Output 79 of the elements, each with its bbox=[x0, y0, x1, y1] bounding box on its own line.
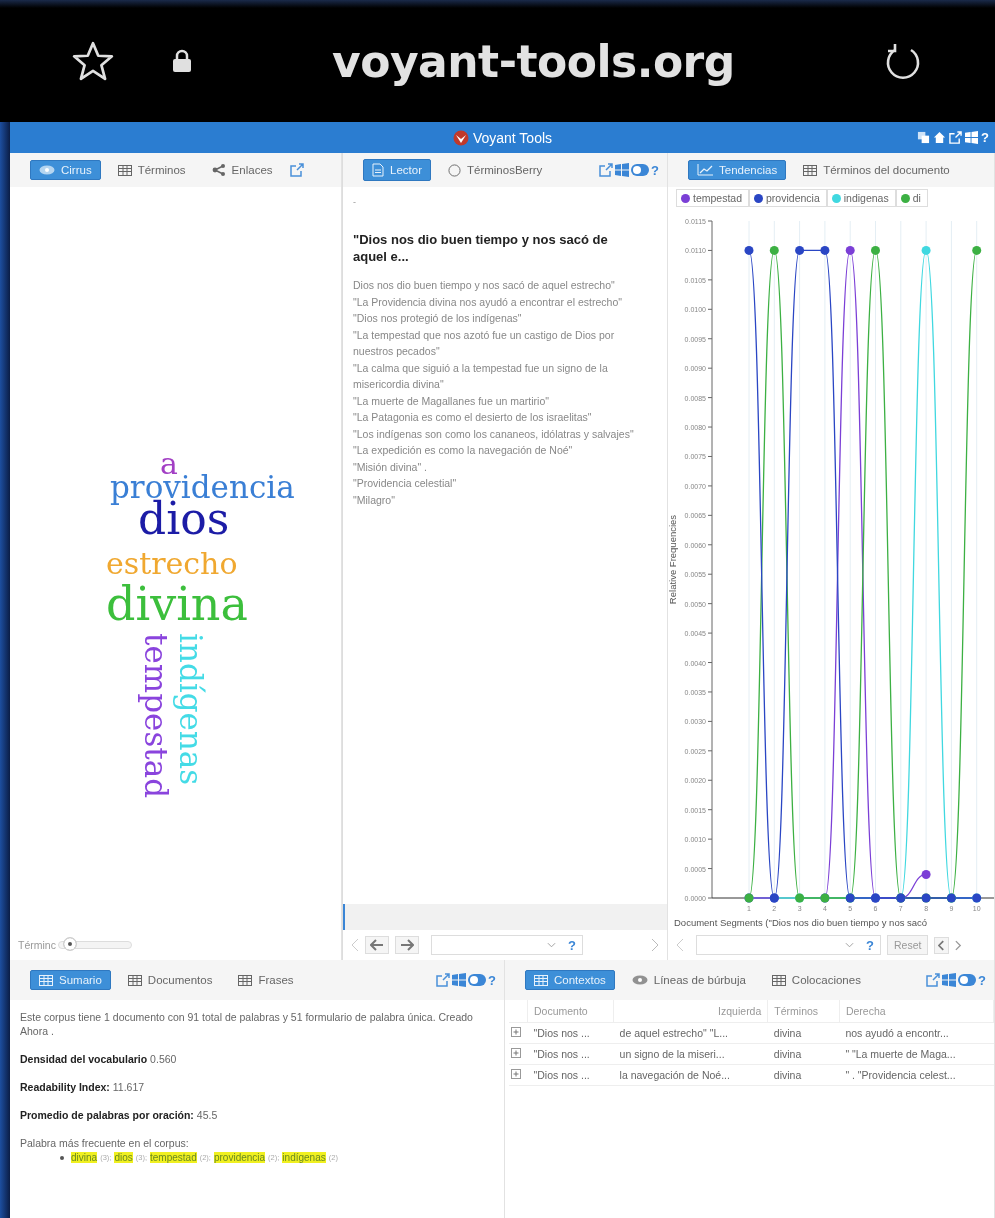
app-title: Voyant Tools bbox=[472, 129, 553, 146]
table-cell: "Dios nos ... bbox=[527, 1022, 614, 1044]
text-line: "La Patagonia es como el desierto de los israelitas" bbox=[353, 410, 593, 425]
help-icon[interactable]: ? bbox=[978, 972, 986, 988]
legend-item[interactable]: indigenas bbox=[826, 189, 896, 207]
legend-item[interactable]: tempestad bbox=[676, 189, 750, 207]
tab[interactable]: Enlaces bbox=[202, 160, 282, 180]
tab[interactable]: Líneas de búrbuja bbox=[622, 970, 755, 990]
text-line: "La calma que siguió a la tempestad fue un signo de la misericordia divina" bbox=[353, 360, 609, 392]
address-bar[interactable]: voyant-tools.org bbox=[332, 35, 735, 87]
term-link[interactable]: indígenas bbox=[282, 1152, 326, 1163]
statistic: Promedio de palabras por oración: 45.5 bbox=[20, 1108, 219, 1122]
tab[interactable]: Contextos bbox=[525, 970, 615, 990]
column-header[interactable]: Documento bbox=[527, 1000, 614, 1023]
frequent-words-label: Palabra más frecuente en el corpus: bbox=[20, 1136, 190, 1150]
table-cell: la navegación de Noé... bbox=[613, 1064, 768, 1086]
help-icon[interactable]: ? bbox=[651, 162, 659, 178]
cloud-word[interactable]: divina bbox=[106, 581, 248, 627]
table-cell: " . "Providencia celest... bbox=[839, 1064, 994, 1086]
tab[interactable]: TérminosBerry bbox=[438, 159, 552, 181]
cloud-word[interactable]: estrecho bbox=[106, 549, 238, 579]
text-line: "Misión divina" . bbox=[353, 459, 428, 475]
table-cell: divina bbox=[767, 1043, 840, 1065]
table-cell: divina bbox=[767, 1064, 840, 1086]
text-line: "La muerte de Magallanes fue un martirio" bbox=[353, 393, 550, 409]
help-icon[interactable]: ? bbox=[568, 937, 576, 953]
tab[interactable]: Frases bbox=[229, 970, 303, 990]
table-cell: de aquel estrecho" "L... bbox=[613, 1022, 768, 1044]
term-combobox[interactable]: ? bbox=[431, 935, 583, 955]
table-cell: "Dios nos ... bbox=[527, 1064, 614, 1086]
document-title: "Dios nos dio buen tiempo y nos sacó de aquel e... bbox=[353, 231, 609, 265]
table-cell: nos ayudó a encontr... bbox=[839, 1022, 994, 1044]
slider-label: Términc bbox=[18, 939, 56, 951]
column-header[interactable]: Derecha bbox=[839, 1000, 994, 1023]
term-link[interactable]: providencia bbox=[213, 1152, 266, 1163]
cloud-word[interactable]: tempestad bbox=[140, 633, 171, 799]
help-icon[interactable]: ? bbox=[488, 972, 496, 988]
text-marker: - bbox=[353, 197, 357, 207]
column-header[interactable]: Términos bbox=[767, 1000, 840, 1023]
statistic: Readability Index: 11.617 bbox=[20, 1080, 146, 1094]
text-line: "La expedición es como la navegación de Noé" bbox=[353, 443, 574, 458]
tab[interactable]: Colocaciones bbox=[762, 970, 870, 990]
table-cell: "Dios nos ... bbox=[527, 1043, 614, 1065]
help-icon[interactable]: ? bbox=[981, 130, 989, 145]
text-line: "La Providencia divina nos ayudó a encontrar el estrecho" bbox=[353, 294, 623, 310]
help-icon[interactable]: ? bbox=[866, 937, 874, 953]
tab[interactable]: Términos bbox=[108, 160, 195, 180]
tab[interactable]: Sumario bbox=[30, 970, 111, 990]
tab[interactable]: Tendencias bbox=[688, 160, 787, 180]
cloud-word[interactable]: a bbox=[160, 449, 178, 479]
text-line: "Dios nos protegió de los indígenas" bbox=[353, 311, 523, 326]
y-axis-label: Relative Frequencies bbox=[668, 514, 678, 605]
legend-label: tempestad bbox=[693, 192, 743, 204]
term-link[interactable]: tempestad bbox=[150, 1152, 197, 1163]
text-line: "Milagro" bbox=[353, 492, 396, 508]
term-combobox[interactable]: ? bbox=[696, 935, 881, 955]
legend-item[interactable]: di bbox=[895, 189, 928, 207]
tab[interactable]: Documentos bbox=[118, 970, 222, 990]
column-header[interactable]: Izquierda bbox=[613, 1000, 768, 1023]
table-cell: divina bbox=[767, 1022, 840, 1044]
legend-label: providencia bbox=[766, 192, 820, 204]
term-link[interactable]: dios bbox=[114, 1152, 133, 1163]
statistic: Densidad del vocabulario 0.560 bbox=[20, 1052, 178, 1066]
text-line: Dios nos dio buen tiempo y nos sacó de aquel estrecho" bbox=[353, 278, 616, 293]
legend-label: di bbox=[912, 192, 921, 204]
x-axis-label: Document Segments ("Dios nos dio buen tiempo y nos sacó bbox=[674, 917, 928, 928]
text-line: "La tempestad que nos azotó fue un castigo de Dios por nuestros pecados" bbox=[353, 327, 616, 359]
reset-button[interactable]: Reset bbox=[887, 935, 929, 955]
term-link[interactable]: divina bbox=[71, 1152, 98, 1163]
legend-label: indigenas bbox=[843, 192, 889, 204]
text-line: "Los indígenas son como los cananeos, idólatras y salvajes" bbox=[353, 426, 635, 442]
table-cell: " "La muerte de Maga... bbox=[839, 1043, 994, 1065]
tab[interactable]: Cirrus bbox=[30, 160, 101, 180]
corpus-summary: Este corpus tiene 1 documento con 91 total de palabras y 51 formulario de palabra única. Creado Ahora . bbox=[20, 1010, 474, 1038]
text-line: "Providencia celestial" bbox=[353, 476, 458, 491]
table-cell: un signo de la miseri... bbox=[613, 1043, 768, 1065]
tab[interactable]: Términos del documento bbox=[794, 160, 959, 180]
tab[interactable]: Lector bbox=[363, 159, 431, 181]
legend-item[interactable]: providencia bbox=[749, 189, 827, 207]
